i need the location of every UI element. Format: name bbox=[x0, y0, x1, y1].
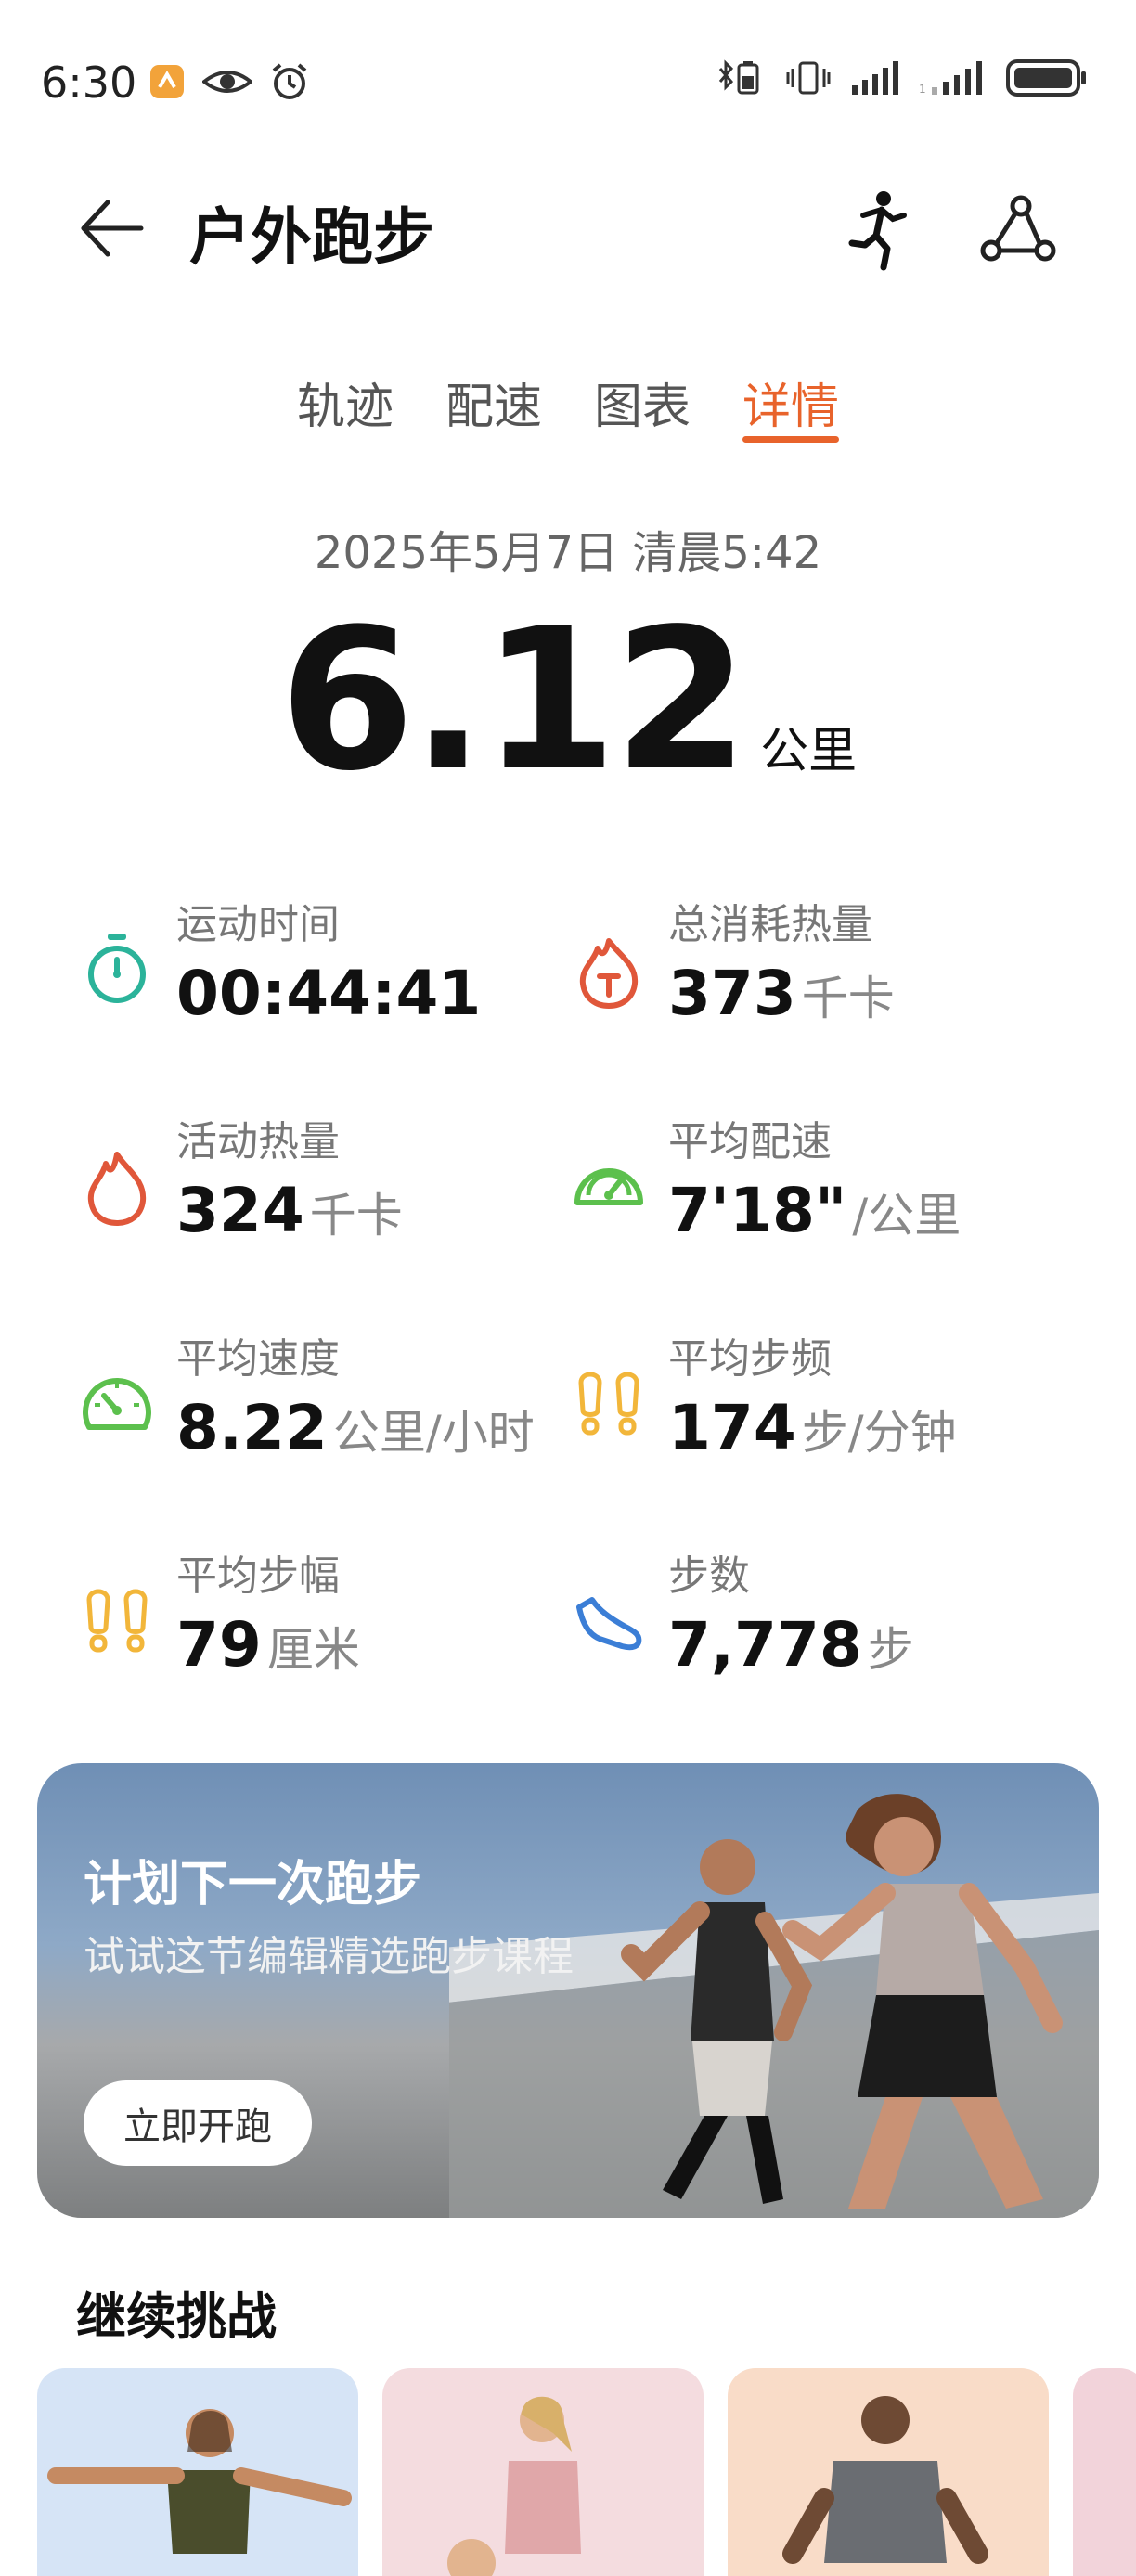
stat-value: 373 千卡 bbox=[668, 958, 895, 1029]
signal-2-icon: 1 bbox=[919, 59, 988, 100]
challenge-carousel bbox=[37, 2368, 1136, 2576]
footprints-2-icon bbox=[80, 1579, 154, 1663]
stat-label: 总消耗热量 bbox=[668, 901, 872, 948]
stat-unit: 千卡 bbox=[309, 1189, 403, 1243]
start-run-button[interactable]: 立即开跑 bbox=[84, 2080, 312, 2166]
runner-button[interactable] bbox=[839, 187, 913, 271]
tab-details[interactable]: 详情 bbox=[742, 362, 840, 455]
back-arrow-icon bbox=[74, 200, 148, 269]
route-icon bbox=[978, 195, 1056, 271]
page-title: 户外跑步 bbox=[189, 201, 434, 273]
distance-unit: 公里 bbox=[760, 724, 858, 779]
svg-text:1: 1 bbox=[919, 83, 926, 96]
stat-number: 8.22 bbox=[176, 1392, 328, 1463]
yoga-woman-image bbox=[47, 2409, 352, 2554]
challenge-card[interactable] bbox=[728, 2368, 1049, 2576]
battery-icon bbox=[1006, 58, 1088, 102]
stat-label: 步数 bbox=[668, 1552, 750, 1600]
runners-illustration bbox=[449, 1794, 1099, 2218]
stat-unit: 千卡 bbox=[801, 972, 895, 1025]
stat-value: 00:44:41 bbox=[176, 958, 481, 1029]
status-bar: 6:30 1 bbox=[0, 0, 1136, 167]
stat-value: 7,778 步 bbox=[668, 1609, 914, 1681]
stat-value: 324 千卡 bbox=[176, 1175, 403, 1246]
challenge-card[interactable] bbox=[382, 2368, 704, 2576]
training-man-image bbox=[782, 2396, 988, 2564]
stat-steps: 步数 7,778 步 bbox=[572, 1542, 1073, 1719]
stat-avg-pace: 平均配速 7'18"/公里 bbox=[572, 1108, 1073, 1284]
status-time: 6:30 bbox=[41, 58, 137, 108]
stat-unit: 公里/小时 bbox=[332, 1406, 535, 1460]
signal-icon bbox=[850, 59, 900, 100]
stat-label: 平均步幅 bbox=[176, 1552, 340, 1600]
shoe-icon bbox=[572, 1579, 646, 1663]
alarm-icon bbox=[269, 61, 310, 106]
top-app-bar: 户外跑步 bbox=[0, 167, 1136, 288]
distance-block: 6.12 公里 bbox=[0, 603, 1136, 798]
stat-avg-speed: 平均速度 8.22 公里/小时 bbox=[80, 1325, 581, 1501]
stat-total-calories: 总消耗热量 373 千卡 bbox=[572, 891, 1073, 1067]
stopwatch-icon bbox=[80, 928, 154, 1011]
status-left-icons bbox=[148, 61, 310, 106]
stat-number: 7'18" bbox=[668, 1175, 847, 1246]
stat-active-calories: 活动热量 324 千卡 bbox=[80, 1108, 581, 1284]
stat-label: 平均步频 bbox=[668, 1335, 832, 1383]
stat-label: 平均速度 bbox=[176, 1335, 340, 1383]
stat-avg-cadence: 平均步频 174 步/分钟 bbox=[572, 1325, 1073, 1501]
stat-number: 324 bbox=[176, 1175, 304, 1246]
stat-label: 活动热量 bbox=[176, 1118, 340, 1166]
run-plan-banner[interactable]: 计划下一次跑步 试试这节编辑精选跑步课程 立即开跑 bbox=[37, 1763, 1099, 2218]
stat-label: 运动时间 bbox=[176, 901, 340, 948]
stat-unit: /公里 bbox=[852, 1189, 962, 1243]
stat-label: 平均配速 bbox=[668, 1118, 832, 1166]
tab-bar: 轨迹 配速 图表 详情 bbox=[0, 362, 1136, 455]
stat-value: 79 厘米 bbox=[176, 1609, 360, 1681]
route-button[interactable] bbox=[978, 193, 1056, 267]
distance-value: 6.12 bbox=[278, 586, 749, 814]
stat-duration: 运动时间 00:44:41 bbox=[80, 891, 581, 1067]
bluetooth-battery-icon bbox=[715, 58, 767, 102]
tab-track[interactable]: 轨迹 bbox=[297, 362, 394, 455]
back-button[interactable] bbox=[74, 191, 148, 265]
eye-icon bbox=[200, 63, 254, 104]
tab-pace[interactable]: 配速 bbox=[445, 362, 542, 455]
stat-unit: 步/分钟 bbox=[801, 1406, 957, 1460]
speedometer-icon bbox=[572, 1145, 646, 1229]
tab-charts[interactable]: 图表 bbox=[594, 362, 691, 455]
flame-icon bbox=[80, 1145, 154, 1229]
stat-value: 174 步/分钟 bbox=[668, 1392, 957, 1463]
stat-number: 79 bbox=[176, 1609, 262, 1681]
stat-number: 373 bbox=[668, 958, 796, 1029]
banner-subtitle: 试试这节编辑精选跑步课程 bbox=[84, 1933, 574, 1980]
challenge-card[interactable] bbox=[37, 2368, 358, 2576]
stat-value: 7'18"/公里 bbox=[668, 1175, 961, 1246]
stat-number: 7,778 bbox=[668, 1609, 862, 1681]
calorie-flame-icon bbox=[572, 928, 646, 1011]
stat-unit: 厘米 bbox=[266, 1623, 360, 1677]
section-title: 继续挑战 bbox=[76, 2287, 277, 2346]
status-right-icons: 1 bbox=[715, 58, 1088, 102]
challenge-card[interactable] bbox=[1073, 2368, 1136, 2576]
stat-avg-stride: 平均步幅 79 厘米 bbox=[80, 1542, 581, 1719]
fitness-woman-image bbox=[447, 2396, 581, 2576]
footprints-icon bbox=[572, 1362, 646, 1446]
app-badge-icon bbox=[148, 63, 186, 104]
vibrate-icon bbox=[785, 58, 832, 102]
stat-value: 8.22 公里/小时 bbox=[176, 1392, 535, 1463]
runner-icon bbox=[839, 191, 913, 275]
banner-title: 计划下一次跑步 bbox=[84, 1857, 422, 1913]
stat-number: 174 bbox=[668, 1392, 796, 1463]
workout-datetime: 2025年5月7日 清晨5:42 bbox=[314, 527, 822, 579]
stat-unit: 步 bbox=[867, 1623, 914, 1677]
gauge-icon bbox=[80, 1362, 154, 1446]
stat-number: 00:44:41 bbox=[176, 958, 482, 1029]
